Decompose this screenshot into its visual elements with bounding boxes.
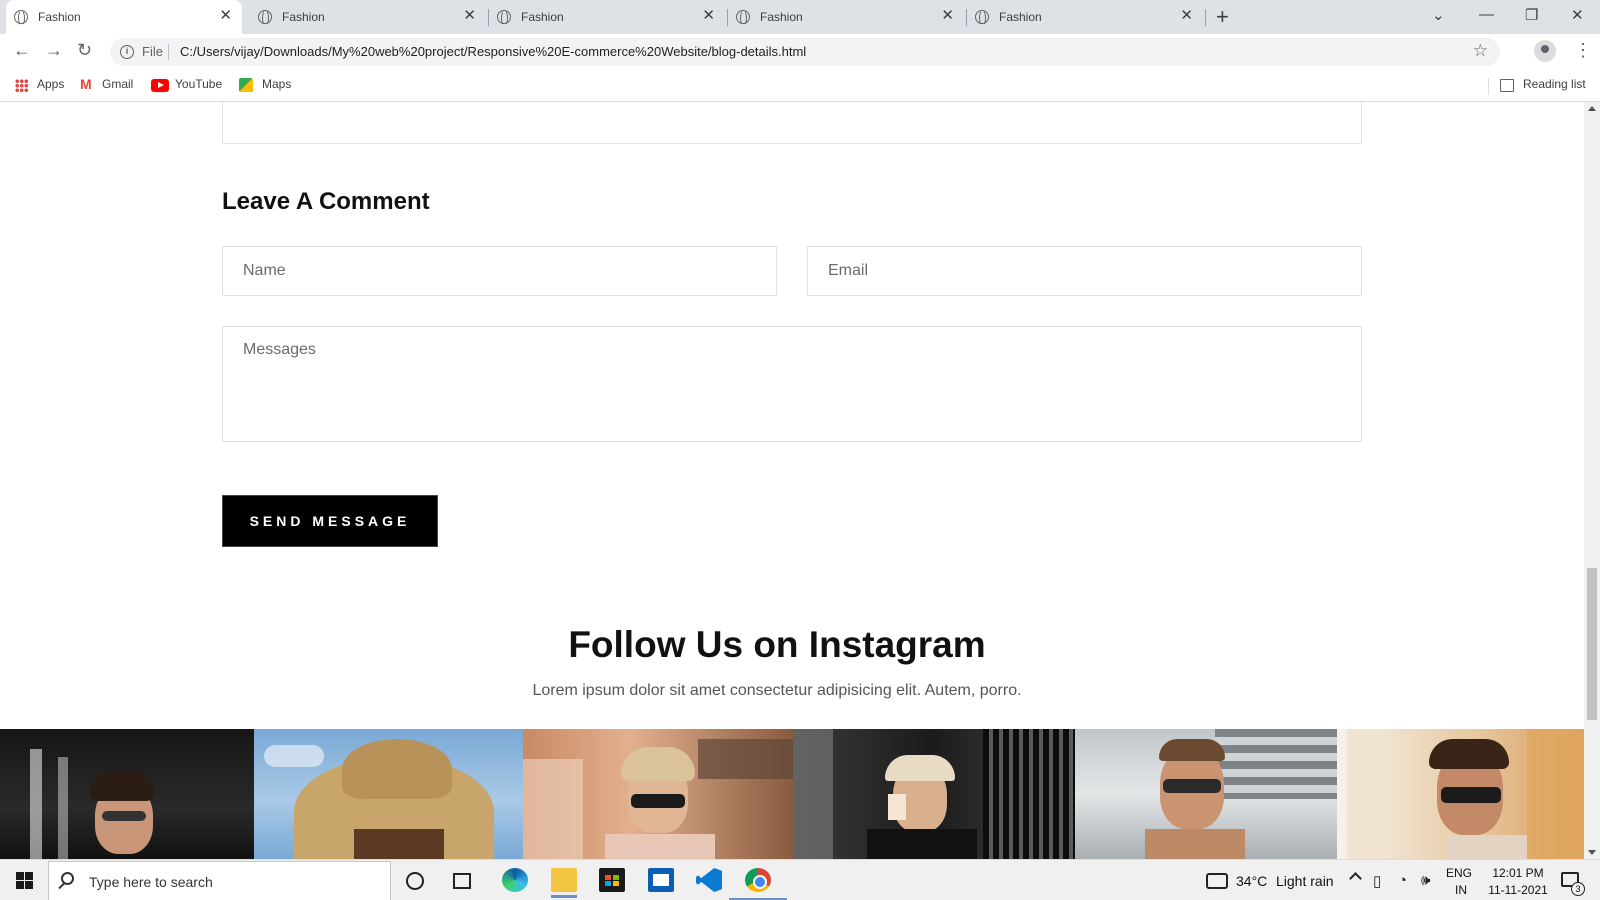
mail-icon[interactable] [648,868,674,892]
volume-icon[interactable]: 🕪 [1421,872,1430,889]
new-tab-button[interactable]: + [1216,4,1229,30]
minimize-icon[interactable]: — [1479,6,1494,23]
scroll-up-icon[interactable] [1588,106,1596,111]
restore-icon[interactable]: ❐ [1525,6,1538,24]
language-bottom[interactable]: IN [1455,882,1467,898]
close-icon[interactable]: ✕ [702,8,715,24]
send-message-button[interactable]: SEND MESSAGE [222,495,438,547]
scroll-thumb[interactable] [1587,568,1597,720]
tab-5[interactable]: Fashion ✕ [967,0,1203,34]
email-field[interactable]: Email [807,246,1362,296]
network-icon[interactable]: ◔ [1398,872,1407,889]
globe-icon [258,9,272,26]
gmail-icon: M [80,76,92,92]
chevron-up-icon[interactable] [1349,872,1362,885]
windows-start-icon[interactable] [16,872,33,889]
globe-icon [975,9,989,26]
globe-icon [14,9,28,26]
back-icon[interactable]: ← [13,40,31,61]
taskbar-search-box[interactable]: Type here to search [48,861,391,900]
cortana-icon[interactable] [406,872,424,890]
tab-divider [1205,9,1206,26]
tab-search-icon[interactable]: ⌄ [1432,6,1445,24]
comment-title: Leave A Comment [222,188,430,215]
weather-desc: Light rain [1276,873,1334,889]
messages-field[interactable]: Messages [222,326,1362,442]
edge-icon[interactable] [502,868,528,892]
bookmark-gmail[interactable]: Gmail [102,77,133,91]
reload-icon[interactable]: ↻ [77,40,92,61]
tab-label: Fashion [38,10,81,24]
chrome-icon[interactable] [745,868,771,892]
bookmark-maps[interactable]: Maps [262,77,291,91]
meet-now-icon[interactable]: ▯ [1373,872,1381,890]
tab-label: Fashion [521,10,564,24]
instagram-title: Follow Us on Instagram [568,624,986,665]
clock-date[interactable]: 11-11-2021 [1483,882,1553,898]
scroll-down-icon[interactable] [1588,850,1596,855]
weather-temp: 34°C [1236,873,1268,889]
window-close-icon[interactable]: ✕ [1571,6,1584,24]
taskbar-search-placeholder: Type here to search [89,874,213,890]
more-menu-icon[interactable]: ⋮ [1574,40,1592,61]
bookmark-apps[interactable]: Apps [37,77,64,91]
forward-icon[interactable]: → [45,40,63,61]
file-label: File [142,44,163,59]
weather-icon[interactable] [1206,873,1228,889]
tab-label: Fashion [282,10,325,24]
instagram-photo-man-sunglasses[interactable] [1075,729,1337,859]
address-bar[interactable]: i File C:/Users/vijay/Downloads/My%20web… [110,38,1500,66]
close-icon[interactable]: ✕ [219,8,232,24]
profile-icon[interactable] [1534,40,1556,62]
reading-divider [1488,78,1489,95]
page-viewport: Leave A Comment Name Email Messages SEND… [0,102,1584,859]
name-field[interactable]: Name [222,246,777,296]
clock-time[interactable]: 12:01 PM [1488,865,1548,881]
bookmark-star-icon[interactable]: ☆ [1473,41,1488,61]
tab-strip: Fashion ✕ Fashion ✕ Fashion ✕ Fashion ✕ … [0,0,1600,34]
browser-toolbar: ← → ↻ i File C:/Users/vijay/Downloads/My… [0,34,1600,70]
name-placeholder: Name [243,262,286,279]
file-explorer-icon[interactable] [551,868,577,898]
close-icon[interactable]: ✕ [463,8,476,24]
globe-icon [736,9,750,26]
tab-1[interactable]: Fashion ✕ [6,0,242,34]
close-icon[interactable]: ✕ [1180,8,1193,24]
reading-list-icon [1500,79,1514,92]
tab-4[interactable]: Fashion ✕ [728,0,964,34]
microsoft-store-icon[interactable] [599,868,625,892]
instagram-photo-woman-sunglasses-dark[interactable] [0,729,254,859]
url-text[interactable]: C:/Users/vijay/Downloads/My%20web%20proj… [180,44,806,59]
email-placeholder: Email [828,262,869,279]
page-scrollbar[interactable] [1584,102,1600,859]
url-divider [168,44,169,60]
instagram-photo-woman-sunglasses-building[interactable] [523,729,793,859]
previous-section-box [222,102,1362,144]
bookmarks-bar: Apps M Gmail YouTube Maps Reading list [0,70,1600,102]
windows-taskbar: Type here to search 34°C Light rain ▯ ◔ … [0,859,1600,900]
language-top[interactable]: ENG [1446,865,1472,881]
bookmark-youtube[interactable]: YouTube [175,77,222,91]
vscode-icon[interactable] [696,868,722,892]
tab-label: Fashion [999,10,1042,24]
messages-placeholder: Messages [243,341,316,358]
close-icon[interactable]: ✕ [941,8,954,24]
notification-count: 3 [1571,882,1585,896]
instagram-photo-woman-sunglasses-bright[interactable] [1337,729,1584,859]
maps-icon [239,78,253,92]
apps-icon [15,79,28,92]
instagram-photo-straw-hat-sky[interactable] [254,729,523,859]
globe-icon [497,9,511,26]
tab-2[interactable]: Fashion ✕ [250,0,486,34]
youtube-icon [151,79,169,92]
reading-list[interactable]: Reading list [1523,77,1586,91]
info-icon[interactable]: i [120,45,134,59]
tab-3[interactable]: Fashion ✕ [489,0,725,34]
search-icon [61,872,74,885]
instagram-subtitle: Lorem ipsum dolor sit amet consectetur a… [532,682,1022,699]
task-view-icon[interactable] [453,873,471,889]
instagram-photo-woman-coffee-gate[interactable] [793,729,1075,859]
tab-label: Fashion [760,10,803,24]
